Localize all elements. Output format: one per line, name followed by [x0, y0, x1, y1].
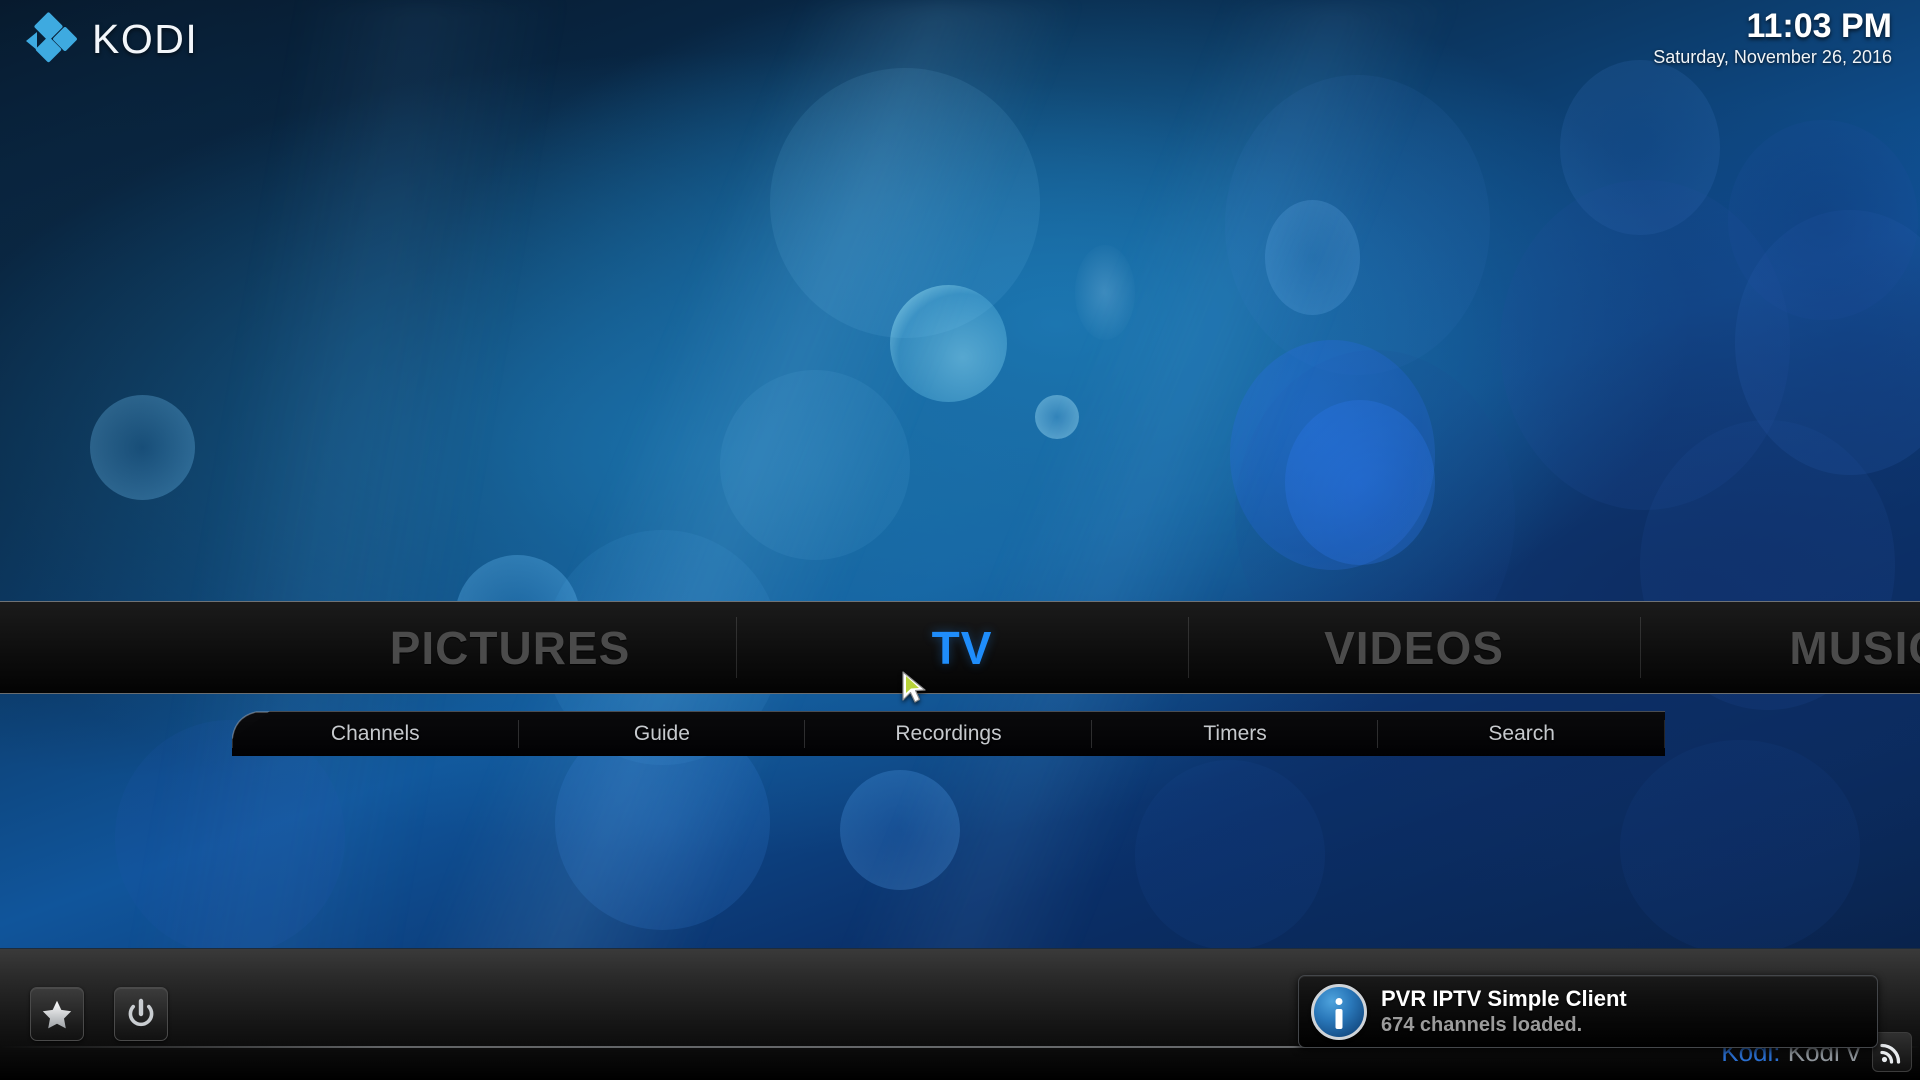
- main-menu-label: VIDEOS: [1324, 621, 1504, 674]
- main-menu-item-pictures[interactable]: PICTURES: [284, 602, 736, 693]
- sub-menu-label: Recordings: [895, 722, 1002, 745]
- main-menu-label: PICTURES: [389, 621, 631, 674]
- kodi-logo-text: KODI: [92, 15, 199, 62]
- star-icon: [42, 1000, 72, 1028]
- sub-menu-label: Timers: [1203, 722, 1267, 745]
- sub-menu-label: Search: [1488, 722, 1555, 745]
- sub-menu-item-search[interactable]: Search: [1378, 712, 1665, 756]
- notification-text: PVR IPTV Simple Client 674 channels load…: [1381, 986, 1627, 1037]
- clock-time: 11:03 PM: [1746, 7, 1892, 45]
- kodi-logo-icon: [26, 11, 78, 64]
- sub-menu-item-guide[interactable]: Guide: [519, 712, 806, 756]
- sub-menu-label: Guide: [633, 722, 690, 745]
- notification-message: 674 channels loaded.: [1381, 1014, 1583, 1036]
- main-menu-label: TV: [931, 621, 993, 674]
- main-menu-item-videos[interactable]: VIDEOS: [1188, 602, 1640, 693]
- main-menu-item-tv[interactable]: TV: [736, 602, 1188, 693]
- main-menu-bar: PICTURES TV VIDEOS MUSIC: [0, 601, 1920, 694]
- main-menu-left-spacer: [0, 602, 284, 693]
- background-light-streaks: [0, 0, 1920, 1080]
- sub-menu-label: Channels: [330, 722, 420, 745]
- info-icon: [1311, 983, 1367, 1040]
- background-wallpaper: [0, 0, 1920, 1080]
- kodi-home-screen: KODI 11:03 PM Saturday, November 26, 201…: [0, 0, 1920, 1080]
- main-menu-item-music[interactable]: MUSIC: [1640, 602, 1920, 693]
- sub-menu-item-timers[interactable]: Timers: [1092, 712, 1379, 756]
- rss-icon[interactable]: [1872, 1032, 1912, 1072]
- clock: 11:03 PM Saturday, November 26, 2016: [1653, 6, 1892, 68]
- power-icon: [128, 998, 154, 1027]
- notification-title: PVR IPTV Simple Client: [1381, 986, 1627, 1011]
- kodi-logo: KODI: [26, 11, 199, 64]
- sub-menu-bar: Channels Guide Recordings Timers Search: [232, 711, 1665, 756]
- sub-menu-item-channels[interactable]: Channels: [232, 712, 519, 756]
- main-menu-label: MUSIC: [1789, 621, 1920, 674]
- clock-date: Saturday, November 26, 2016: [1653, 47, 1892, 67]
- notification-popup[interactable]: PVR IPTV Simple Client 674 channels load…: [1298, 975, 1878, 1048]
- sub-menu-item-recordings[interactable]: Recordings: [805, 712, 1092, 756]
